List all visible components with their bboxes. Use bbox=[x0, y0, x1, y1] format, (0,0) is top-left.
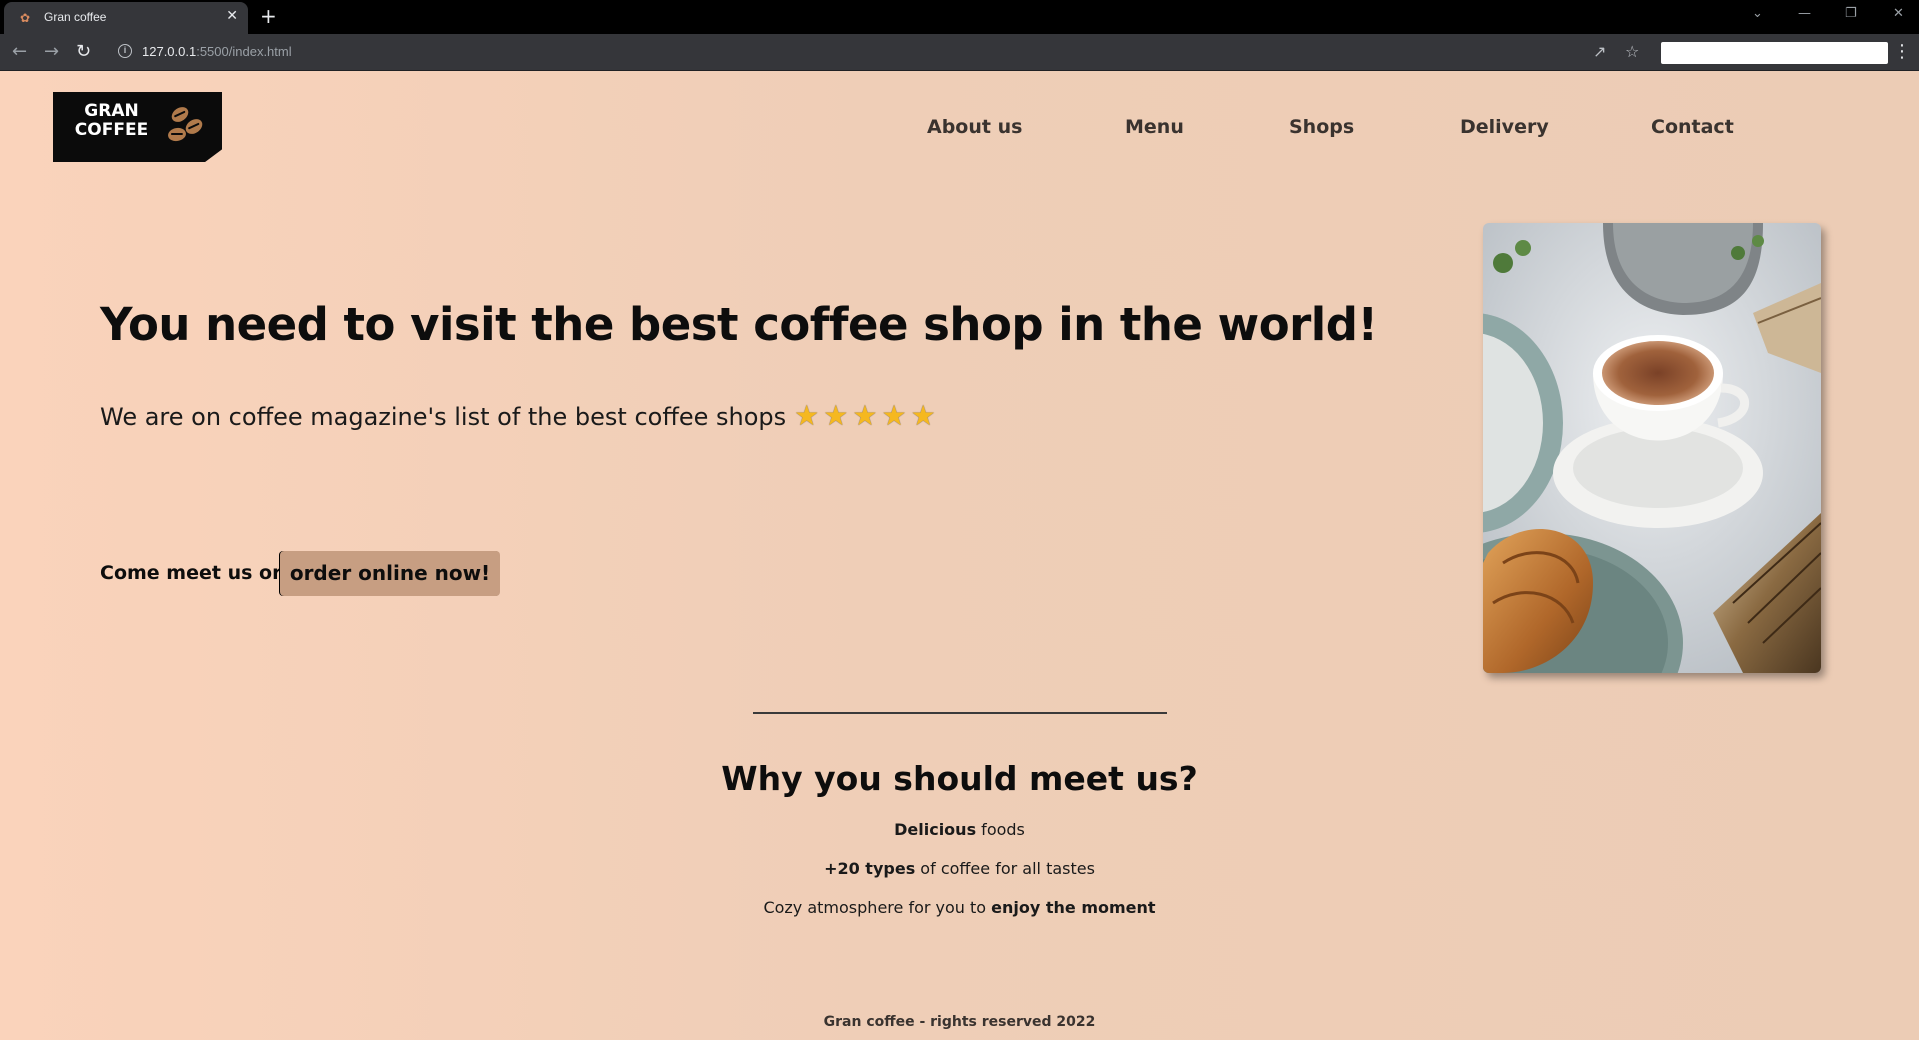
share-icon[interactable]: ↗ bbox=[1593, 42, 1606, 61]
url-path: :5500/index.html bbox=[196, 44, 292, 59]
bookmark-star-icon[interactable]: ☆ bbox=[1625, 42, 1639, 61]
nav-delivery[interactable]: Delivery bbox=[1460, 116, 1549, 138]
close-window-icon[interactable]: ✕ bbox=[1893, 6, 1904, 21]
order-online-button[interactable]: order online now! bbox=[280, 551, 500, 596]
nav-contact[interactable]: Contact bbox=[1651, 116, 1734, 138]
coffee-favicon-icon: ✿ bbox=[20, 11, 31, 25]
nav-shops[interactable]: Shops bbox=[1289, 116, 1354, 138]
section-divider bbox=[753, 712, 1167, 714]
hero-subtitle: We are on coffee magazine's list of the … bbox=[100, 399, 940, 432]
url-host: 127.0.0.1 bbox=[142, 44, 197, 59]
footer: Gran coffee - rights reserved 2022 bbox=[823, 1014, 1096, 1030]
logo-line1: GRAN bbox=[84, 101, 139, 121]
extension-box[interactable] bbox=[1661, 42, 1888, 64]
why-item-coffee-bold: +20 types bbox=[824, 859, 916, 878]
coffee-photo bbox=[1483, 223, 1821, 673]
logo[interactable]: GRAN COFFEE bbox=[53, 92, 222, 162]
address-bar[interactable]: 127.0.0.1:5500/index.html bbox=[142, 44, 292, 59]
why-title: Why you should meet us? bbox=[721, 759, 1198, 798]
forward-icon[interactable]: → bbox=[44, 41, 59, 62]
reload-icon[interactable]: ↻ bbox=[76, 41, 91, 62]
why-item-foods-text: foods bbox=[976, 820, 1025, 839]
hero-subtitle-text: We are on coffee magazine's list of the … bbox=[100, 403, 787, 431]
tab-title: Gran coffee bbox=[44, 10, 107, 24]
close-tab-icon[interactable]: ✕ bbox=[226, 8, 238, 24]
why-item-atmosphere-text: Cozy atmosphere for you to bbox=[763, 898, 992, 917]
browser-tab[interactable]: ✿ Gran coffee ✕ bbox=[4, 2, 248, 34]
browser-tab-bar: ✿ Gran coffee ✕ + ⌄ — ❐ ✕ bbox=[0, 0, 1919, 34]
cta-text: Come meet us or bbox=[100, 562, 282, 584]
why-item-foods-bold: Delicious bbox=[894, 820, 977, 839]
coffee-bean-icon bbox=[167, 126, 187, 143]
menu-dots-icon[interactable]: ⋮ bbox=[1893, 41, 1911, 62]
restore-icon[interactable]: ❐ bbox=[1845, 6, 1857, 21]
rating-stars-icon: ★★★★★ bbox=[794, 399, 940, 432]
minimize-icon[interactable]: — bbox=[1798, 6, 1811, 21]
why-item-foods: Delicious foods bbox=[0, 820, 1919, 839]
logo-line2: COFFEE bbox=[74, 120, 149, 140]
browser-toolbar: ← → ↻ i 127.0.0.1:5500/index.html ↗ ☆ ⋮ bbox=[0, 34, 1919, 71]
tab-search-icon[interactable]: ⌄ bbox=[1752, 6, 1763, 21]
coffee-photo-image bbox=[1483, 223, 1821, 673]
hero-title: You need to visit the best coffee shop i… bbox=[100, 298, 1378, 351]
nav-about-us[interactable]: About us bbox=[927, 116, 1022, 138]
new-tab-icon[interactable]: + bbox=[260, 4, 277, 28]
why-item-coffee-text: of coffee for all tastes bbox=[915, 859, 1095, 878]
logo-text: GRAN COFFEE bbox=[69, 102, 154, 140]
why-item-atmosphere: Cozy atmosphere for you to enjoy the mom… bbox=[0, 898, 1919, 917]
why-item-atmosphere-bold: enjoy the moment bbox=[991, 898, 1156, 917]
nav-menu[interactable]: Menu bbox=[1125, 116, 1184, 138]
back-icon[interactable]: ← bbox=[12, 41, 27, 62]
page: GRAN COFFEE About us Menu Shops Delivery… bbox=[0, 71, 1919, 1040]
site-info-icon[interactable]: i bbox=[118, 44, 132, 58]
coffee-bean-icon bbox=[182, 116, 206, 137]
why-item-coffee: +20 types of coffee for all tastes bbox=[0, 859, 1919, 878]
